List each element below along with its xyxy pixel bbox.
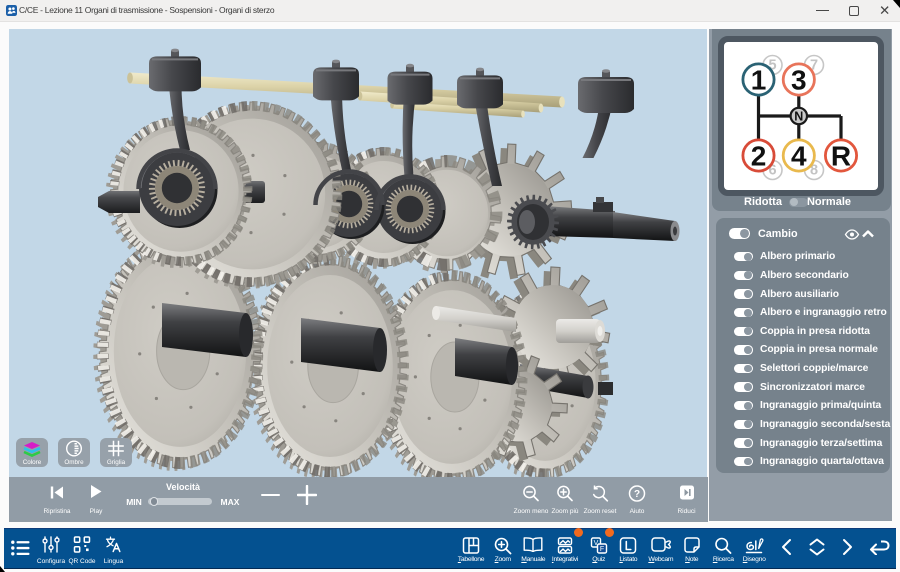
svg-text:F: F [600,545,604,552]
svg-text:4: 4 [791,141,807,172]
svg-text:2: 2 [751,141,767,172]
svg-text:N: N [794,109,803,123]
svg-text:3: 3 [791,65,807,96]
svg-text:?: ? [634,489,640,500]
svg-text:1: 1 [751,65,767,96]
svg-text:R: R [831,141,851,172]
